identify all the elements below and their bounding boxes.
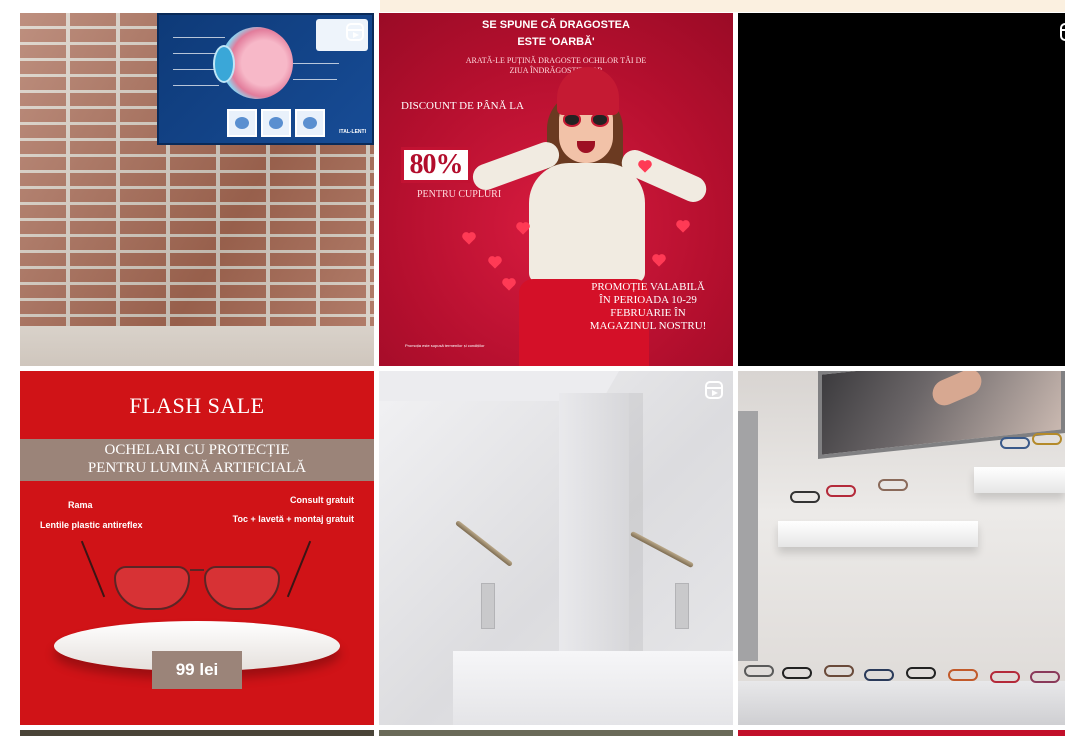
poster-brand: ITAL-LENTI [339, 129, 366, 135]
features-left: Rama Lentile plastic antireflex [40, 495, 143, 535]
heart-icon [653, 255, 665, 267]
features-right: Consult gratuit Toc + lavetă + montaj gr… [233, 491, 354, 529]
discount-label: DISCOUNT DE PÂNĂ LA [401, 100, 524, 112]
headline-line-1: SE SPUNE CĂ DRAGOSTEA [482, 19, 630, 31]
eyeglasses [826, 485, 856, 497]
band-line-2: PENTRU LUMINĂ ARTIFICIALĂ [87, 460, 307, 476]
price-tag: 99 lei [152, 651, 242, 689]
display-shadow [629, 393, 643, 653]
post-eye-poster[interactable]: ITAL-LENTI [20, 13, 374, 366]
shelf [974, 467, 1065, 493]
glasses-temple-right [286, 540, 312, 598]
fine-print: Promoția este supusă termenilor și condi… [405, 343, 485, 348]
feature-lenses: Lentile plastic antireflex [40, 520, 143, 530]
discount-badge: 80% [401, 147, 471, 183]
top-band [380, 0, 1065, 12]
eyeglasses [864, 669, 894, 681]
poster-line [173, 37, 225, 38]
post-black-reel[interactable] [738, 13, 1065, 366]
eyeglasses [878, 479, 908, 491]
poster-thumbnail [227, 109, 257, 137]
promo-line-4: MAGAZINUL NOSTRU! [589, 320, 707, 332]
eyeglasses [782, 667, 812, 679]
post-valentine-promo[interactable]: SE SPUNE CĂ DRAGOSTEA ESTE 'OARBĂ' ARATĂ… [379, 13, 733, 366]
eyeglasses [906, 667, 936, 679]
valentine-subhead: ARATĂ-LE PUȚINĂ DRAGOSTE OCHILOR TĂI DE … [379, 56, 733, 76]
poster-thumbnail [261, 109, 291, 137]
poster-line [293, 63, 339, 64]
post-flash-sale[interactable]: FLASH SALE OCHELARI CU PROTECȚIE PENTRU … [20, 371, 374, 725]
eyeglasses [1000, 437, 1030, 449]
eyeglasses [1030, 671, 1060, 683]
couples-label: PENTRU CUPLURI [417, 189, 502, 200]
post-partial[interactable] [738, 730, 1065, 736]
heart-icon [517, 223, 529, 235]
heart-icon [677, 221, 689, 233]
eyeglasses [948, 669, 978, 681]
model-sweater [529, 163, 645, 283]
glasses-bridge [190, 569, 204, 577]
promo-line-3: FEBRUARIE ÎN [610, 307, 686, 319]
post-partial[interactable] [20, 730, 374, 736]
glasses-lens-right [204, 566, 280, 610]
reel-icon [705, 381, 723, 399]
post-grid: ITAL-LENTI SE SPUNE CĂ DRAGOSTEA ESTE 'O… [20, 13, 1065, 736]
heart-icon [489, 257, 501, 269]
bottom-shelf [738, 681, 1065, 725]
feature-consult: Consult gratuit [290, 495, 354, 505]
display-column [559, 393, 629, 673]
band-line-1: OCHELARI CU PROTECȚIE [104, 442, 290, 458]
eyeglasses [1032, 433, 1062, 445]
subhead-line-2: ZIUA ÎNDRĂGOSTIȚILOR [509, 66, 603, 75]
heart-glasses-left [563, 113, 581, 127]
headline-line-2: ESTE 'OARBĂ' [517, 36, 595, 48]
reel-icon [1060, 23, 1065, 41]
poster-thumbnail [295, 109, 325, 137]
eye-lens [213, 45, 235, 83]
heart-glasses-right [591, 113, 609, 127]
price-label [481, 583, 495, 629]
flash-sale-band-text: OCHELARI CU PROTECȚIE PENTRU LUMINĂ ARTI… [20, 441, 374, 477]
post-white-display[interactable] [379, 371, 733, 725]
heart-icon [463, 233, 475, 245]
glasses-temple [454, 519, 514, 568]
valentine-headline: SE SPUNE CĂ DRAGOSTEA ESTE 'OARBĂ' [379, 17, 733, 51]
eyeglasses [790, 491, 820, 503]
promo-line-2: ÎN PERIOADA 10-29 [599, 294, 697, 306]
heart-icon [503, 279, 515, 291]
glasses-lens-left [114, 566, 190, 610]
promo-period: PROMOȚIE VALABILĂ ÎN PERIOADA 10-29 FEBR… [583, 281, 713, 333]
post-store-shelves[interactable] [738, 371, 1065, 725]
floor [20, 326, 374, 366]
post-partial[interactable] [379, 730, 733, 736]
feature-accessories: Toc + lavetă + montaj gratuit [232, 514, 354, 524]
reel-icon [346, 23, 364, 41]
price-label [675, 583, 689, 629]
discount-value: 80% [409, 149, 464, 180]
eyeglasses [744, 665, 774, 677]
flash-sale-title: FLASH SALE [129, 393, 265, 418]
eye-anatomy-poster: ITAL-LENTI [157, 13, 374, 145]
eyeglasses [824, 665, 854, 677]
poster-line [173, 85, 219, 86]
feature-frame: Rama [68, 500, 93, 510]
poster-line [293, 79, 337, 80]
promo-line-1: PROMOȚIE VALABILĂ [591, 281, 705, 293]
glasses-temple-left [80, 540, 106, 598]
display-ledge [453, 651, 733, 725]
subhead-line-1: ARATĂ-LE PUȚINĂ DRAGOSTE OCHILOR TĂI DE [465, 56, 647, 65]
eyeglasses [990, 671, 1020, 683]
shelf [778, 521, 978, 547]
store-wall [738, 411, 758, 661]
screen-image [929, 371, 985, 410]
